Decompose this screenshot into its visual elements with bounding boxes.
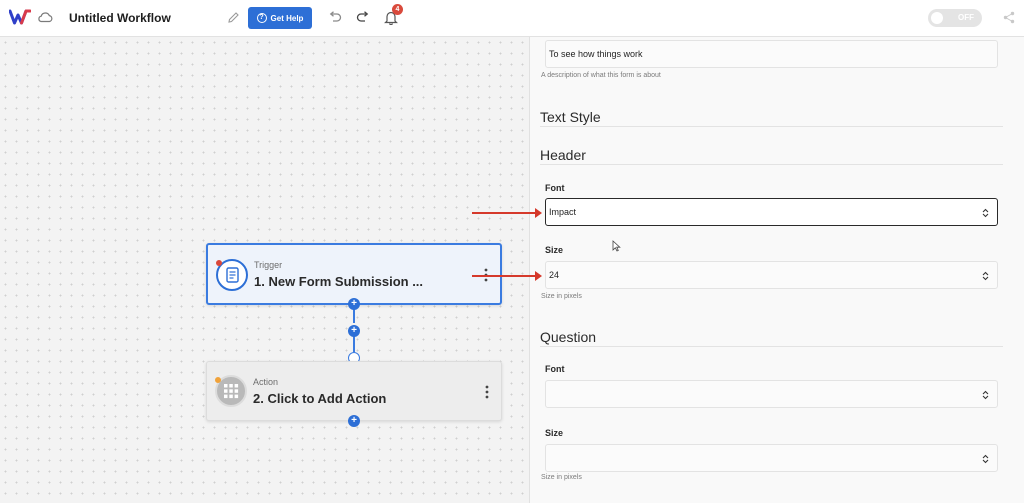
action-status-dot bbox=[215, 377, 221, 383]
select-chevron-icon bbox=[982, 454, 989, 464]
workflow-title[interactable]: Untitled Workflow bbox=[69, 11, 171, 25]
divider bbox=[540, 164, 1003, 165]
share-icon[interactable] bbox=[1003, 11, 1015, 24]
cloud-icon[interactable] bbox=[37, 11, 53, 23]
redo-icon[interactable] bbox=[356, 11, 370, 23]
logo-icon[interactable] bbox=[9, 9, 31, 25]
header-font-select[interactable]: Impact bbox=[545, 198, 998, 226]
trigger-title: 1. New Form Submission ... bbox=[254, 274, 424, 289]
header-font-label: Font bbox=[545, 183, 565, 193]
toggle-knob bbox=[931, 12, 943, 24]
header-font-value: Impact bbox=[549, 207, 577, 217]
select-chevron-icon bbox=[982, 390, 989, 400]
description-value: To see how things work bbox=[549, 49, 643, 59]
question-font-select[interactable] bbox=[545, 380, 998, 408]
action-more-icon[interactable] bbox=[485, 385, 489, 399]
add-step-button[interactable]: + bbox=[348, 415, 360, 427]
action-node[interactable]: Action 2. Click to Add Action bbox=[206, 361, 502, 421]
workflow-canvas[interactable]: Trigger 1. New Form Submission ... + + A… bbox=[0, 37, 529, 503]
description-hint: A description of what this form is about bbox=[541, 72, 661, 79]
action-kind-label: Action bbox=[253, 377, 279, 387]
trigger-kind-label: Trigger bbox=[254, 260, 283, 270]
add-step-button[interactable]: + bbox=[348, 298, 360, 310]
notification-badge[interactable]: 4 bbox=[392, 4, 403, 15]
question-size-select[interactable] bbox=[545, 444, 998, 472]
question-font-label: Font bbox=[545, 364, 565, 374]
question-size-label: Size bbox=[545, 428, 564, 438]
question-size-hint: Size in pixels bbox=[541, 474, 582, 481]
text-style-heading: Text Style bbox=[540, 109, 601, 125]
toggle-label: OFF bbox=[958, 13, 974, 22]
description-input[interactable]: To see how things work bbox=[545, 40, 998, 68]
select-chevron-icon bbox=[982, 208, 989, 218]
header-size-label: Size bbox=[545, 245, 564, 255]
header-size-select[interactable]: 24 bbox=[545, 261, 998, 289]
get-help-label: Get Help bbox=[270, 13, 304, 23]
header-heading: Header bbox=[540, 147, 586, 163]
trigger-status-dot bbox=[216, 260, 222, 266]
top-bar: Untitled Workflow ? Get Help 4 OFF bbox=[0, 0, 1024, 37]
divider bbox=[540, 126, 1003, 127]
undo-icon[interactable] bbox=[328, 11, 342, 23]
annotation-arrow bbox=[472, 208, 542, 218]
action-title: 2. Click to Add Action bbox=[253, 391, 387, 406]
workflow-toggle[interactable]: OFF bbox=[928, 9, 982, 27]
select-chevron-icon bbox=[982, 271, 989, 281]
connector-line bbox=[353, 336, 355, 352]
trigger-node[interactable]: Trigger 1. New Form Submission ... bbox=[206, 243, 502, 305]
question-heading: Question bbox=[540, 329, 597, 345]
annotation-arrow bbox=[472, 271, 542, 281]
header-size-value: 24 bbox=[549, 270, 560, 280]
divider bbox=[540, 346, 1003, 347]
settings-panel: To see how things work A description of … bbox=[529, 37, 1024, 503]
mouse-cursor-icon bbox=[612, 240, 621, 252]
pencil-icon[interactable] bbox=[227, 11, 240, 24]
help-icon: ? bbox=[256, 13, 267, 23]
add-step-button[interactable]: + bbox=[348, 325, 360, 337]
header-size-hint: Size in pixels bbox=[541, 293, 582, 300]
get-help-button[interactable]: ? Get Help bbox=[248, 7, 312, 29]
